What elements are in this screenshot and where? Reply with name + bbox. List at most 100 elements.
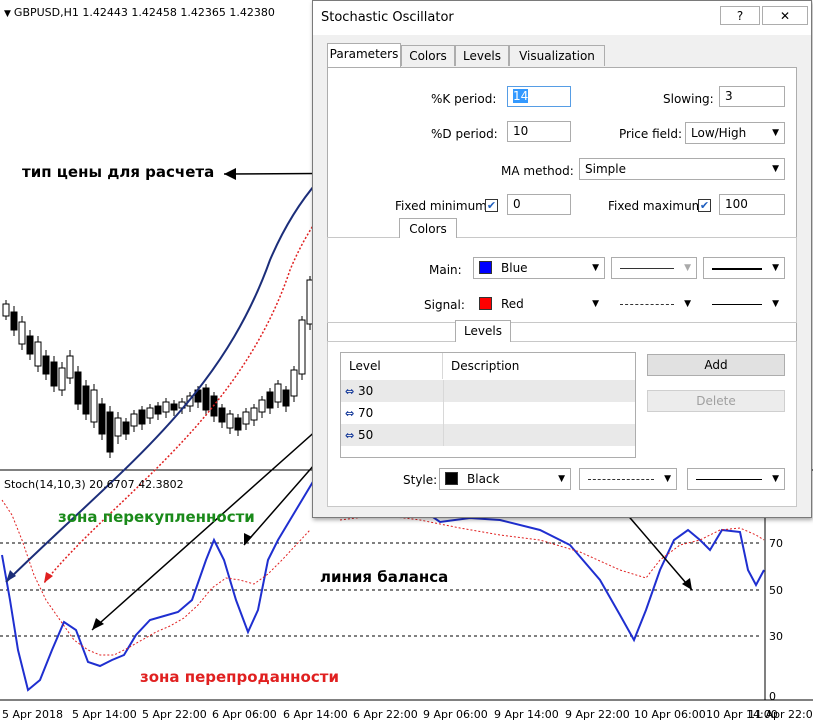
chevron-down-icon: ▼ — [684, 263, 691, 273]
annotation-oversold: зона перепроданности — [140, 668, 339, 686]
tab-levels[interactable]: Levels — [455, 45, 509, 66]
column-header-level[interactable]: Level — [341, 353, 443, 379]
d-period-label: %D period: — [431, 127, 498, 141]
level-line-icon: ⇔ — [345, 407, 355, 420]
description-cell[interactable] — [443, 424, 636, 446]
description-cell[interactable] — [443, 402, 636, 424]
signal-color-select[interactable]: Red ▼ — [473, 293, 605, 315]
k-period-input[interactable]: 14 — [507, 86, 571, 107]
candle-body — [162, 401, 170, 413]
levels-group-title: Levels — [455, 320, 511, 342]
candle-body — [82, 385, 90, 415]
column-header-description[interactable]: Description — [443, 353, 635, 379]
x-label: 6 Apr 06:00 — [212, 708, 277, 721]
style-label: Style: — [403, 473, 438, 487]
thin-line-icon — [712, 304, 762, 305]
x-label: 5 Apr 2018 — [2, 708, 64, 721]
x-label: 10 Apr 06:00 — [634, 708, 706, 721]
signal-label: Signal: — [424, 298, 465, 312]
x-label: 5 Apr 22:00 — [142, 708, 207, 721]
color-swatch — [479, 297, 492, 310]
colors-group-title: Colors — [399, 218, 457, 238]
fixed-max-input[interactable]: 100 — [719, 194, 785, 215]
chevron-down-icon: ▼ — [592, 263, 599, 273]
y-label-30: 30 — [769, 630, 783, 643]
close-icon: ✕ — [779, 9, 791, 23]
fixed-min-checkbox[interactable]: ✔ — [485, 199, 498, 212]
y-label-50: 50 — [769, 584, 783, 597]
dialog-title: Stochastic Oscillator — [321, 10, 454, 25]
slowing-input[interactable]: 3 — [719, 86, 785, 107]
candle-body — [130, 413, 138, 427]
close-button-overlay[interactable]: ✕ — [762, 6, 808, 25]
signal-line-style-select[interactable]: ▼ — [611, 293, 697, 315]
candle-body — [226, 413, 234, 429]
main-line-width-select[interactable]: ▼ — [703, 257, 785, 279]
price-field-select[interactable]: Low/High ▼ — [685, 122, 785, 144]
ma-method-select[interactable]: Simple ▼ — [579, 158, 785, 180]
candle-body — [114, 417, 122, 437]
annotation-overbought: зона перекупленности — [58, 508, 255, 526]
candle-body — [90, 389, 98, 423]
table-row[interactable]: ⇔ 50 — [341, 424, 635, 446]
k-period-label: %K period: — [431, 92, 497, 106]
dashed-line-icon — [620, 304, 674, 305]
main-line-style-select[interactable]: ▼ — [611, 257, 697, 279]
color-swatch — [445, 472, 458, 485]
level-value: 70 — [358, 406, 374, 420]
thin-line-icon — [696, 479, 762, 480]
chevron-down-icon: ▼ — [558, 474, 565, 484]
annotation-balance: линия баланса — [320, 568, 449, 586]
x-label: 9 Apr 14:00 — [494, 708, 559, 721]
level-cell: ⇔ 50 — [345, 424, 373, 446]
d-period-input[interactable]: 10 — [507, 121, 571, 142]
candle-body — [266, 391, 274, 409]
candle-body — [290, 369, 298, 397]
level-cell: ⇔ 70 — [345, 402, 373, 424]
x-label: 6 Apr 14:00 — [283, 708, 348, 721]
levels-table: Level Description ⇔ 30 ⇔ 70 ⇔ 50 — [340, 352, 636, 458]
level-line-style-select[interactable]: ▼ — [579, 468, 677, 490]
candle-body — [98, 403, 106, 435]
stochastic-label: Stoch(14,10,3) 20.6707 42.3802 — [4, 478, 184, 491]
fixed-max-label: Fixed maximum — [608, 199, 704, 213]
description-cell[interactable] — [443, 380, 636, 402]
annotation-price-type: тип цены для расчета — [22, 163, 215, 181]
level-color-select[interactable]: Black ▼ — [439, 468, 571, 490]
candle-body — [10, 311, 18, 331]
chevron-down-icon: ▼ — [684, 299, 691, 309]
tab-parameters[interactable]: Parameters — [327, 43, 401, 67]
candle-body — [258, 399, 266, 413]
delete-level-button[interactable]: Delete — [647, 390, 785, 412]
candle-body — [138, 409, 146, 425]
price-field-value: Low/High — [691, 126, 747, 140]
x-label: 11 Apr 22:00 — [748, 708, 813, 721]
add-level-button[interactable]: Add — [647, 354, 785, 376]
fixed-max-checkbox[interactable]: ✔ — [698, 199, 711, 212]
tab-colors[interactable]: Colors — [401, 45, 455, 66]
tab-visualization[interactable]: Visualization — [509, 45, 605, 66]
table-row[interactable]: ⇔ 30 — [341, 380, 635, 402]
table-row[interactable]: ⇔ 70 — [341, 402, 635, 424]
candle-body — [2, 303, 10, 317]
candle-body — [282, 389, 290, 407]
thick-line-icon — [712, 268, 762, 270]
minimize-icon: ? — [736, 9, 744, 23]
fixed-min-input[interactable]: 0 — [507, 194, 571, 215]
candle-body — [242, 411, 250, 425]
candle-body — [18, 321, 26, 345]
level-value: 50 — [358, 428, 374, 442]
signal-line-width-select[interactable]: ▼ — [703, 293, 785, 315]
x-label: 5 Apr 14:00 — [72, 708, 137, 721]
candle-body — [298, 319, 306, 375]
level-line-width-select[interactable]: ▼ — [687, 468, 785, 490]
main-color-select[interactable]: Blue ▼ — [473, 257, 605, 279]
candle-body — [66, 355, 74, 379]
candlesticks — [2, 276, 314, 458]
level-cell: ⇔ 30 — [345, 380, 373, 402]
level-line-icon: ⇔ — [345, 385, 355, 398]
candle-body — [234, 417, 242, 431]
minimize-button[interactable]: ? — [720, 6, 760, 25]
candle-body — [74, 371, 82, 405]
color-swatch — [479, 261, 492, 274]
